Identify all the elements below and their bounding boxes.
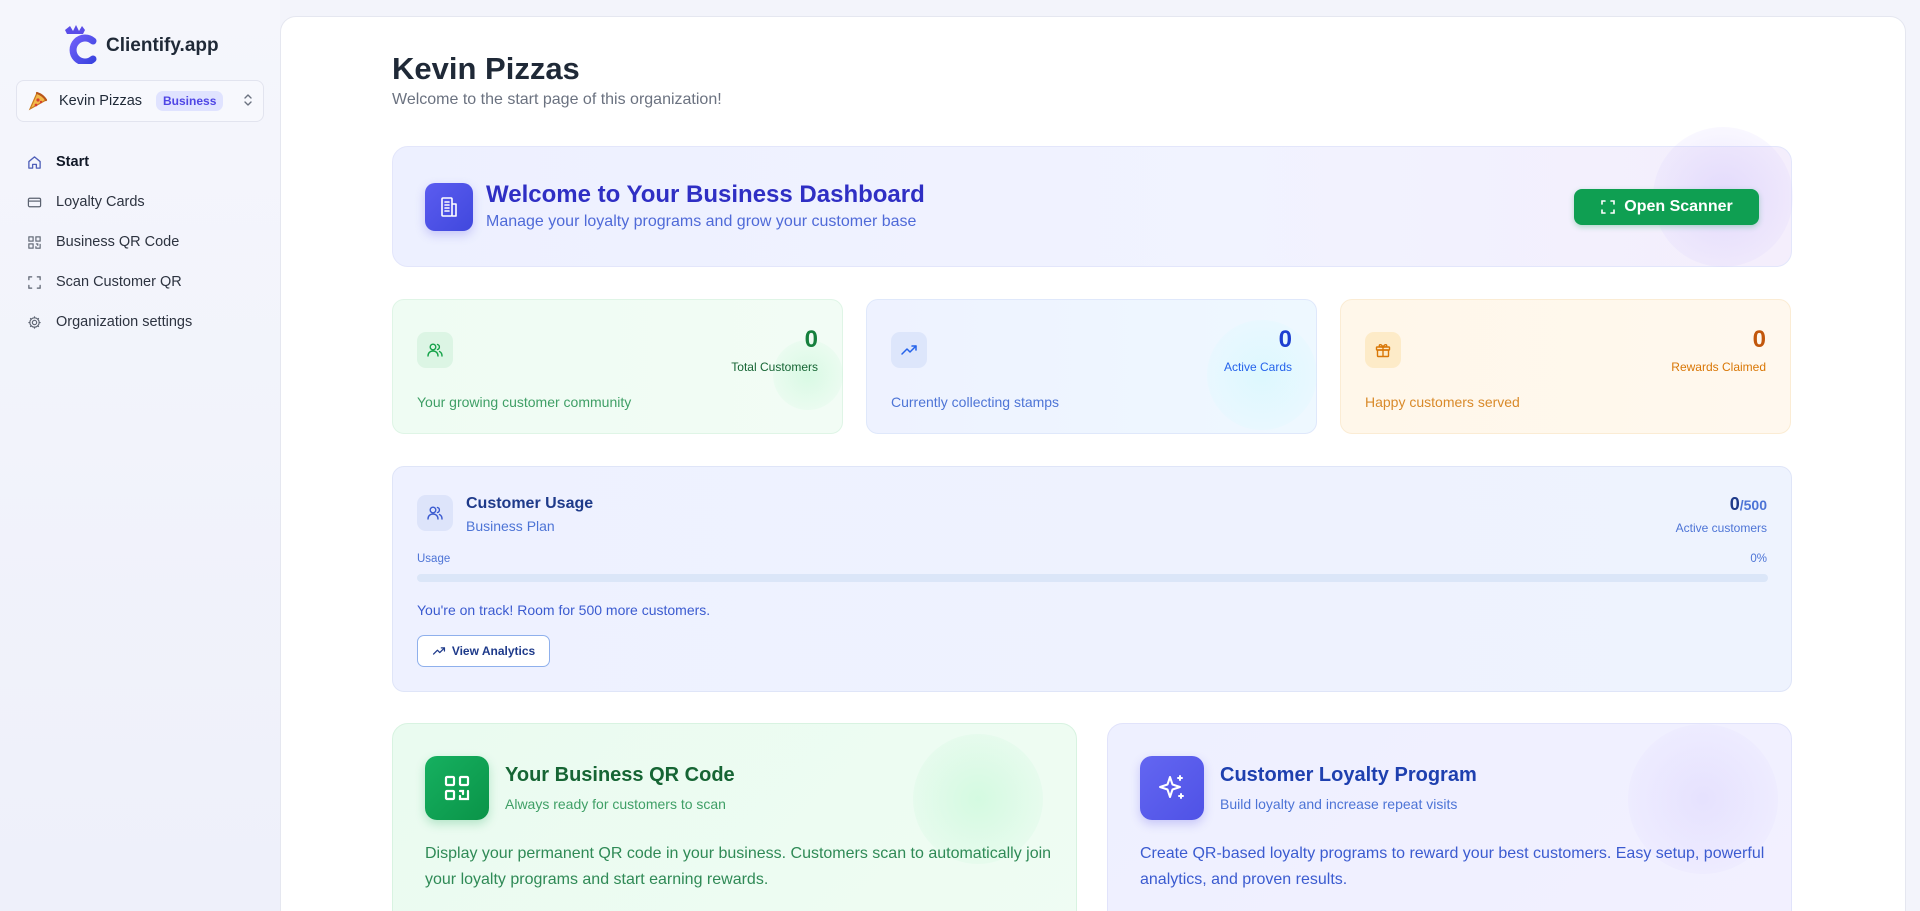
open-scanner-button[interactable]: Open Scanner — [1574, 189, 1759, 225]
usage-count-label: Active customers — [1675, 521, 1767, 535]
usage-max: /500 — [1739, 497, 1767, 513]
usage-title: Customer Usage — [466, 495, 594, 512]
loyalty-program-card[interactable]: Customer Loyalty Program Build loyalty a… — [1107, 723, 1792, 911]
scan-icon — [26, 274, 42, 290]
stat-card-total-customers: 0 Total Customers Your growing customer … — [392, 299, 843, 434]
feature-description: Display your permanent QR code in your b… — [425, 845, 1052, 888]
chevron-up-down-icon — [243, 93, 253, 109]
welcome-title: Welcome to Your Business Dashboard — [486, 181, 925, 208]
sparkles-icon — [1140, 756, 1204, 820]
pizza-icon — [27, 90, 49, 112]
open-scanner-label: Open Scanner — [1624, 198, 1733, 215]
sidebar-item-scan-customer-qr[interactable]: Scan Customer QR — [16, 262, 264, 302]
gift-icon — [1365, 332, 1401, 368]
sidebar-item-loyalty-cards[interactable]: Loyalty Cards — [16, 182, 264, 222]
clientify-logo-icon — [62, 24, 98, 66]
main-content: Kevin Pizzas Welcome to the start page o… — [280, 16, 1906, 911]
stat-description: Happy customers served — [1365, 394, 1520, 410]
stat-card-rewards-claimed: 0 Rewards Claimed Happy customers served — [1340, 299, 1791, 434]
users-icon — [417, 495, 453, 531]
building-icon — [425, 183, 473, 231]
stat-label: Active Cards — [1223, 360, 1292, 374]
sidebar-item-organization-settings[interactable]: Organization settings — [16, 302, 264, 342]
view-analytics-button[interactable]: View Analytics — [417, 635, 550, 667]
sidebar-item-business-qr-code[interactable]: Business QR Code — [16, 222, 264, 262]
trending-up-icon — [432, 644, 446, 658]
usage-label: Usage — [417, 553, 451, 565]
usage-message: You're on track! Room for 500 more custo… — [417, 602, 711, 618]
stat-value: 0 — [1278, 326, 1292, 353]
plan-badge: Business — [156, 91, 224, 111]
sidebar-item-start[interactable]: Start — [16, 142, 264, 182]
usage-current: 0 — [1729, 494, 1740, 514]
app-name: Clientify.app — [106, 35, 219, 56]
gear-icon — [26, 314, 42, 330]
home-icon — [26, 154, 42, 170]
sidebar-item-label: Business QR Code — [56, 234, 180, 250]
sidebar-item-label: Organization settings — [56, 314, 193, 330]
stat-value: 0 — [1752, 326, 1766, 353]
welcome-banner: Welcome to Your Business Dashboard Manag… — [392, 127, 1793, 267]
trending-up-icon — [891, 332, 927, 368]
scan-icon — [1600, 199, 1616, 215]
sidebar-item-label: Loyalty Cards — [56, 194, 145, 210]
stat-description: Currently collecting stamps — [891, 394, 1060, 410]
customer-usage-card: Customer Usage Business Plan 0/500 Activ… — [392, 466, 1792, 692]
page-title: Kevin Pizzas — [392, 51, 580, 86]
feature-title: Customer Loyalty Program — [1220, 764, 1477, 786]
stat-label: Total Customers — [731, 360, 818, 374]
organization-name: Kevin Pizzas — [59, 93, 143, 109]
sidebar-item-label: Scan Customer QR — [56, 274, 182, 290]
card-icon — [26, 194, 42, 210]
sidebar-item-label: Start — [56, 154, 90, 170]
feature-subtitle: Always ready for customers to scan — [505, 796, 726, 812]
view-analytics-label: View Analytics — [451, 644, 536, 658]
users-icon — [417, 332, 453, 368]
usage-percent: 0% — [1750, 553, 1767, 565]
stat-label: Rewards Claimed — [1671, 360, 1766, 374]
organization-switcher[interactable]: Kevin Pizzas Business — [16, 80, 264, 122]
usage-progress-bar — [417, 574, 1768, 582]
qr-icon — [425, 756, 489, 820]
feature-description: Create QR-based loyalty programs to rewa… — [1140, 845, 1765, 888]
stat-value: 0 — [804, 326, 818, 353]
sidebar: Clientify.app Kevin Pizzas Business Star… — [0, 0, 280, 911]
sidebar-nav: Start Loyalty Cards Business QR Code Sca… — [16, 142, 264, 342]
page-subtitle: Welcome to the start page of this organi… — [392, 91, 722, 108]
usage-plan: Business Plan — [466, 518, 555, 534]
usage-count: 0/500 — [1730, 494, 1767, 515]
qr-icon — [26, 234, 42, 250]
welcome-subtitle: Manage your loyalty programs and grow yo… — [486, 213, 917, 230]
feature-subtitle: Build loyalty and increase repeat visits — [1220, 796, 1458, 812]
business-qr-card[interactable]: Your Business QR Code Always ready for c… — [392, 723, 1077, 911]
stat-card-active-cards: 0 Active Cards Currently collecting stam… — [866, 299, 1317, 434]
brand[interactable]: Clientify.app — [62, 24, 219, 66]
stat-description: Your growing customer community — [417, 394, 632, 410]
feature-title: Your Business QR Code — [505, 764, 735, 786]
